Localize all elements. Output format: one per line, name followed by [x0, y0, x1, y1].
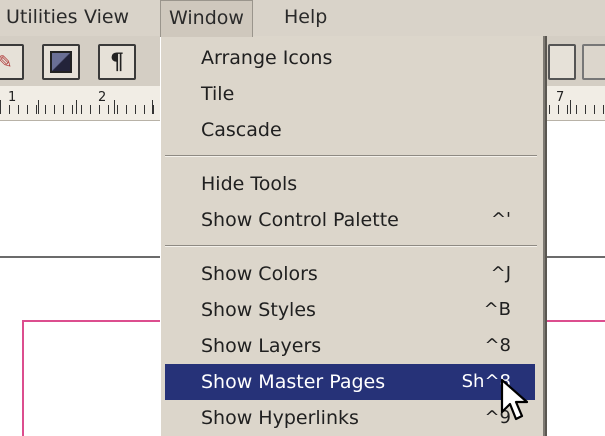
menu-item-shortcut: ^B: [483, 299, 511, 320]
margin-guide-vertical: [22, 320, 24, 436]
ruler-mark: 2: [98, 90, 107, 105]
menu-separator: [165, 155, 537, 157]
pen-tool-icon[interactable]: ✎: [0, 44, 24, 80]
menu-item-show-hyperlinks[interactable]: Show Hyperlinks ^9: [165, 400, 535, 436]
menu-item-show-layers[interactable]: Show Layers ^8: [165, 328, 535, 364]
menu-help[interactable]: Help: [276, 0, 335, 36]
window-menu-dropdown: Arrange Icons Tile Cascade Hide Tools Sh…: [160, 36, 545, 436]
menu-item-label: Show Master Pages: [201, 371, 386, 393]
menu-view[interactable]: View: [76, 0, 137, 36]
menu-item-shortcut: ^J: [490, 263, 511, 284]
menu-item-label: Show Layers: [201, 335, 322, 357]
menu-item-label: Tile: [201, 83, 235, 105]
menu-item-label: Hide Tools: [201, 173, 298, 195]
menu-item-show-control-palette[interactable]: Show Control Palette ^': [165, 202, 535, 238]
menu-item-shortcut: ^': [490, 209, 511, 230]
menu-item-cascade[interactable]: Cascade: [165, 112, 535, 148]
menu-item-label: Show Control Palette: [201, 209, 399, 231]
ruler-mark: 1: [8, 90, 17, 105]
mouse-pointer-icon: [500, 378, 529, 421]
menu-utilities[interactable]: Utilities: [0, 0, 86, 36]
frame-tool-icon[interactable]: [42, 44, 80, 80]
color-swatch-icon[interactable]: [582, 44, 605, 80]
menu-separator: [165, 245, 537, 247]
menu-item-label: Show Styles: [201, 299, 316, 321]
paragraph-icon[interactable]: ¶: [98, 44, 136, 80]
menu-item-show-master-pages[interactable]: Show Master Pages Sh^8: [165, 364, 535, 400]
menu-item-arrange-icons[interactable]: Arrange Icons: [165, 40, 535, 76]
menu-item-shortcut: ^8: [484, 335, 511, 356]
menu-item-label: Show Hyperlinks: [201, 407, 359, 429]
ruler-mark: 7: [556, 90, 565, 105]
toolbar-button-icon[interactable]: [548, 44, 576, 80]
menu-bar: Utilities View Window Help: [0, 0, 605, 37]
menu-item-label: Arrange Icons: [201, 47, 333, 69]
menu-item-show-colors[interactable]: Show Colors ^J: [165, 256, 535, 292]
menu-window[interactable]: Window: [160, 0, 253, 37]
menu-item-label: Show Colors: [201, 263, 318, 285]
menu-item-tile[interactable]: Tile: [165, 76, 535, 112]
menu-item-label: Cascade: [201, 119, 282, 141]
menu-item-show-styles[interactable]: Show Styles ^B: [165, 292, 535, 328]
menu-item-hide-tools[interactable]: Hide Tools: [165, 166, 535, 202]
